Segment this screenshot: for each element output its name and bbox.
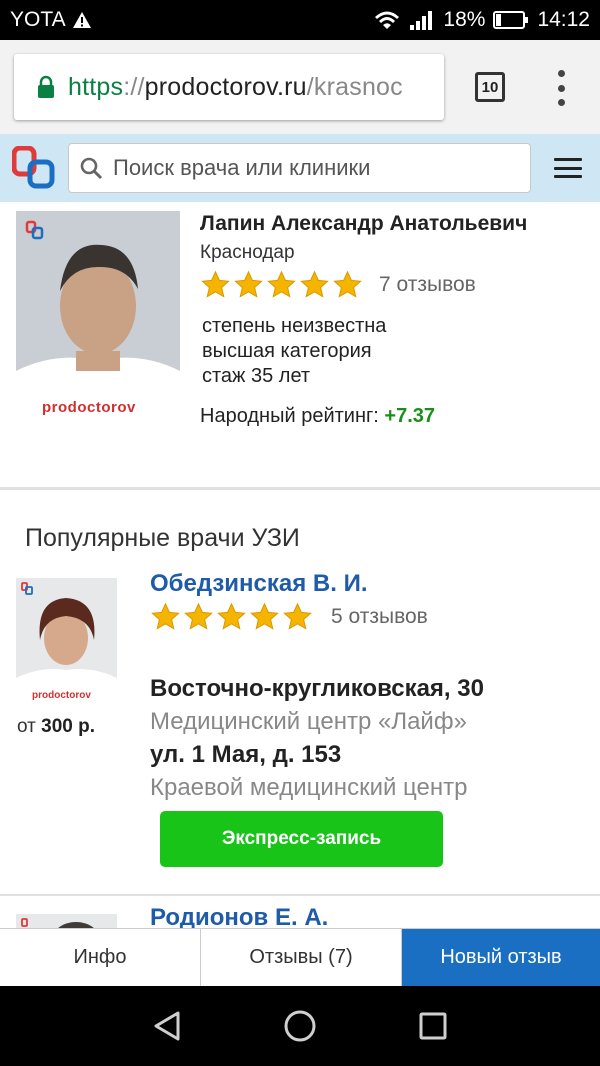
search-box[interactable] — [68, 143, 531, 193]
browser-menu-button[interactable] — [553, 70, 569, 106]
photo-watermark: prodoctorov — [42, 399, 136, 416]
lock-icon — [38, 75, 54, 98]
doctor-city: Краснодар — [200, 242, 295, 263]
photo-watermark: prodoctorov — [32, 690, 91, 701]
popular-reviews-count[interactable]: 5 отзывов — [331, 605, 428, 629]
url-bar[interactable]: https://prodoctorov.ru/krasnoc — [14, 54, 444, 120]
star-icon — [250, 602, 279, 630]
doctor-degree: степень неизвестна — [202, 315, 387, 337]
people-rating-value: +7.37 — [384, 405, 436, 427]
tab-switcher-button[interactable]: 10 — [475, 72, 505, 102]
battery-icon — [493, 11, 529, 29]
doctor-name: Лапин Александр Анатольевич — [200, 212, 528, 235]
menu-icon[interactable] — [554, 158, 582, 178]
popular-doctor-rating[interactable]: 5 отзывов — [150, 602, 590, 632]
section-title: Популярные врачи УЗИ — [25, 524, 300, 552]
recents-icon[interactable] — [419, 1012, 447, 1040]
carrier-name: YOTA — [10, 8, 66, 31]
tab-reviews[interactable]: Отзывы (7) — [201, 929, 402, 986]
star-icon — [283, 602, 312, 630]
battery-percent: 18% — [443, 8, 486, 31]
signal-icon — [410, 11, 433, 30]
bottom-tab-bar: Инфо Отзывы (7) Новый отзыв — [0, 928, 600, 986]
url-text: https://prodoctorov.ru/krasnoc — [68, 72, 403, 101]
android-nav-bar — [0, 986, 600, 1066]
star-rating — [200, 270, 363, 300]
star-icon — [267, 270, 296, 298]
popular-doctor-card: Родионов Е. А. — [0, 896, 600, 930]
home-icon[interactable] — [283, 1009, 317, 1043]
people-rating-label: Народный рейтинг: — [200, 405, 379, 427]
popular-doctor-photo[interactable]: prodoctorov — [16, 578, 117, 711]
doctor-reviews-count[interactable]: 7 отзывов — [379, 273, 476, 297]
clock: 14:12 — [537, 8, 590, 31]
clinic-name[interactable]: Медицинский центр «Лайф» — [150, 705, 590, 738]
browser-toolbar: https://prodoctorov.ru/krasnoc 10 — [0, 40, 600, 134]
popular-doctor-name[interactable]: Родионов Е. А. — [150, 904, 328, 930]
star-icon — [184, 602, 213, 630]
tab-new-review[interactable]: Новый отзыв — [402, 929, 600, 986]
back-icon[interactable] — [152, 1010, 182, 1042]
clinic-name[interactable]: Краевой медицинский центр — [150, 771, 590, 804]
popular-doctor-name[interactable]: Обедзинская В. И. — [150, 570, 590, 598]
doctor-rating[interactable]: 7 отзывов — [200, 270, 590, 300]
popular-doctor-card: prodoctorov от 300 р. Обедзинская В. И. … — [0, 570, 600, 894]
search-input[interactable] — [113, 155, 513, 181]
price: от 300 р. — [17, 716, 96, 737]
star-icon — [234, 270, 263, 298]
doctor-card: prodoctorov Лапин Александр Анатольевич … — [0, 202, 600, 487]
people-rating: Народный рейтинг: +7.37 — [200, 405, 590, 428]
express-booking-button[interactable]: Экспресс-запись — [160, 811, 443, 867]
star-icon — [201, 270, 230, 298]
section-divider — [0, 487, 600, 490]
wifi-icon — [375, 11, 400, 29]
status-bar: YOTA 18% 14:12 — [0, 0, 600, 40]
doctor-category: высшая категория — [202, 340, 372, 362]
site-header — [0, 134, 600, 202]
star-icon — [217, 602, 246, 630]
star-icon — [151, 602, 180, 630]
star-icon — [333, 270, 362, 298]
address-street: ул. 1 Мая, д. 153 — [150, 741, 342, 768]
address-street: Восточно-кругликовская, 30 — [150, 675, 484, 702]
doctor-experience: стаж 35 лет — [202, 365, 311, 387]
star-icon — [300, 270, 329, 298]
prodoctorov-logo-icon[interactable] — [12, 146, 56, 190]
search-icon — [80, 157, 103, 180]
star-rating — [150, 602, 313, 632]
warning-icon — [72, 12, 91, 28]
address-list: Восточно-кругликовская, 30 Медицинский ц… — [150, 672, 590, 804]
doctor-photo: prodoctorov — [16, 211, 180, 429]
tab-info[interactable]: Инфо — [0, 929, 201, 986]
